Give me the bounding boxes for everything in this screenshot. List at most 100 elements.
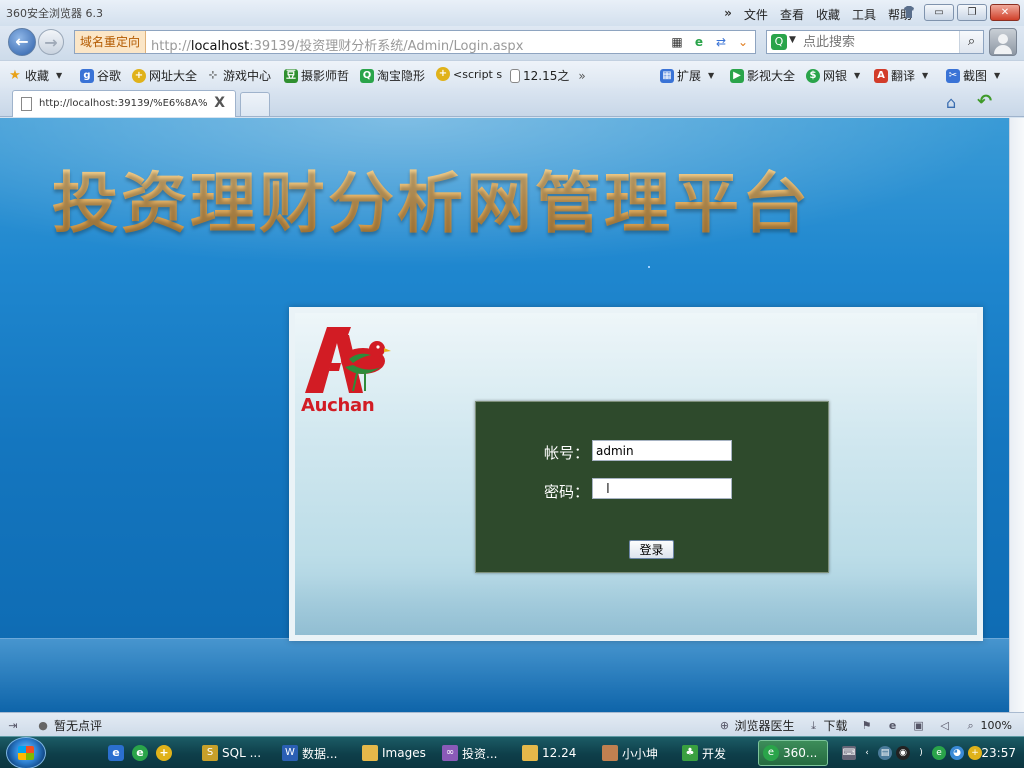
- bookmark-taobao[interactable]: Q 淘宝隐形: [360, 67, 425, 84]
- logo-text: Auchan: [301, 395, 375, 416]
- network-icon[interactable]: ▤: [878, 746, 892, 760]
- account-input[interactable]: [592, 440, 732, 461]
- search-input[interactable]: [803, 33, 953, 51]
- login-panel: Auchan 帐号： 密码： I 登录: [289, 307, 983, 641]
- bookmarks-more-chevron[interactable]: »: [578, 69, 585, 83]
- address-url[interactable]: http://localhost:39139/投资理财分析系统/Admin/Lo…: [151, 35, 523, 54]
- taskbar-item-label: 12.24: [542, 746, 577, 760]
- tab-bar: http://localhost:39139/%E6%8A% X: [0, 88, 1024, 117]
- keyboard-icon[interactable]: ⌨: [842, 746, 856, 760]
- domain-redirect-badge[interactable]: 域名重定向: [75, 31, 147, 53]
- scissors-icon: ✂: [946, 68, 960, 83]
- login-button[interactable]: 登录: [629, 540, 674, 559]
- search-box[interactable]: Q ▼ ⌕: [766, 30, 984, 54]
- taskbar-item-label: 开发: [702, 746, 727, 761]
- bookmark-label: 淘宝隐形: [377, 69, 426, 83]
- vertical-scrollbar[interactable]: [1009, 118, 1024, 712]
- speaker-icon[interactable]: ◁: [938, 719, 952, 733]
- taskbar-item-data[interactable]: W 数据...: [278, 740, 341, 766]
- tray-expand-icon[interactable]: ‹: [860, 746, 874, 760]
- bookmark-label: 扩展: [677, 69, 702, 83]
- bookmark-google[interactable]: g 谷歌: [80, 67, 121, 84]
- bookmark-online-bank[interactable]: $ 网银 ▼: [806, 67, 860, 84]
- menu-tools[interactable]: 工具: [852, 6, 876, 23]
- bookmark-photographer[interactable]: 豆 摄影师哲: [284, 67, 349, 84]
- ie-compat-icon[interactable]: e: [691, 34, 707, 50]
- security-tray-icon[interactable]: +: [968, 746, 982, 760]
- search-engine-caret-icon[interactable]: ▼: [789, 35, 796, 45]
- taskbar-item-360-browser[interactable]: e 360...: [758, 740, 828, 766]
- page-icon: [510, 68, 520, 83]
- zoom-control[interactable]: ⌕ 100%: [964, 719, 1012, 733]
- status-bar: ⇥ ● 暂无点评 ⊕ 浏览器医生 ⤓ 下载 ⚑ e ▣ ◁ ⌕ 100%: [0, 712, 1024, 736]
- window-icon[interactable]: ▣: [912, 719, 926, 733]
- start-button[interactable]: [6, 737, 46, 768]
- arrow-left-icon: ←: [15, 32, 29, 51]
- back-button[interactable]: ←: [8, 28, 36, 56]
- user-avatar[interactable]: [989, 28, 1017, 56]
- caret-down-icon: ▼: [854, 71, 861, 80]
- bank-icon: $: [806, 68, 820, 83]
- flag-icon[interactable]: ⚑: [860, 719, 874, 733]
- search-engine-icon[interactable]: Q: [771, 34, 787, 50]
- menu-view[interactable]: 查看: [780, 6, 804, 23]
- taskbar-item-1224[interactable]: 12.24: [518, 740, 580, 766]
- rating-widget[interactable]: ● 暂无点评: [36, 717, 102, 734]
- panel-shade: [295, 575, 977, 635]
- page-banner-title: 投资理财分析网管理平台: [52, 150, 811, 246]
- forward-button[interactable]: →: [38, 29, 64, 55]
- wifi-icon[interactable]: ): [914, 746, 928, 760]
- address-bar[interactable]: 域名重定向 http://localhost:39139/投资理财分析系统/Ad…: [74, 30, 756, 54]
- tray-360-icon[interactable]: e: [932, 746, 946, 760]
- bookmark-1215[interactable]: 12.15之 »: [510, 67, 586, 84]
- browser-doctor[interactable]: ⊕ 浏览器医生: [718, 717, 795, 734]
- word-icon: W: [282, 745, 298, 761]
- menu-file[interactable]: 文件: [744, 6, 768, 23]
- dropdown-chevron-icon[interactable]: ⌄: [735, 34, 751, 50]
- home-icon[interactable]: ⌂: [946, 93, 956, 112]
- window-title: 360安全浏览器 6.3: [6, 7, 103, 20]
- tab-login[interactable]: http://localhost:39139/%E6%8A% X: [12, 90, 236, 117]
- quick-launch: e e +: [108, 745, 172, 761]
- bookmark-game-center[interactable]: ⊹ 游戏中心: [206, 67, 271, 84]
- sidebar-toggle-icon[interactable]: ⇥: [6, 719, 20, 733]
- taskbar-clock[interactable]: 23:57: [981, 746, 1016, 760]
- browser-360-quicklaunch-icon[interactable]: e: [132, 745, 148, 761]
- url-host: localhost: [190, 39, 250, 54]
- caret-down-icon: ▼: [994, 71, 1001, 80]
- zoom-level: 100%: [980, 719, 1012, 732]
- undo-close-tab-icon[interactable]: ↶: [977, 91, 992, 112]
- ie-quicklaunch-icon[interactable]: e: [108, 745, 124, 761]
- bookmark-video[interactable]: ▶ 影视大全: [730, 67, 795, 84]
- bookmark-site-directory[interactable]: + 网址大全: [132, 67, 197, 84]
- ie-icon[interactable]: e: [886, 719, 900, 733]
- restore-button[interactable]: ❐: [957, 4, 987, 21]
- bookmark-translate[interactable]: A 翻译 ▼: [874, 67, 928, 84]
- tab-close-icon[interactable]: X: [214, 95, 225, 111]
- taskbar-item-chat[interactable]: 小小坤: [598, 740, 662, 766]
- menu-favorites[interactable]: 收藏: [816, 6, 840, 23]
- search-go-button[interactable]: ⌕: [959, 31, 983, 53]
- password-input[interactable]: [592, 478, 732, 499]
- shirt-skin-icon[interactable]: [902, 5, 916, 19]
- taskbar-item-sql[interactable]: S SQL ...: [198, 740, 265, 766]
- chat-tray-icon[interactable]: ◕: [950, 746, 964, 760]
- close-button[interactable]: ✕: [990, 4, 1020, 21]
- bookmark-favorites[interactable]: ★ 收藏 ▼: [8, 67, 62, 84]
- download-manager[interactable]: ⤓ 下载: [807, 717, 847, 734]
- bookmark-extensions[interactable]: ▦ 扩展 ▼: [660, 67, 714, 84]
- refresh-icon[interactable]: ⇄: [713, 34, 729, 50]
- new-tab-button[interactable]: [240, 92, 270, 116]
- qq-icon[interactable]: ◉: [896, 746, 910, 760]
- gamepad-icon: ⊹: [208, 69, 218, 81]
- minimize-button[interactable]: ▭: [924, 4, 954, 21]
- qrcode-icon[interactable]: ▦: [669, 34, 685, 50]
- 360-guard-icon[interactable]: +: [156, 745, 172, 761]
- taskbar-item-images[interactable]: Images: [358, 740, 430, 766]
- bookmark-screenshot[interactable]: ✂ 截图 ▼: [946, 67, 1000, 84]
- taskbar-item-dev[interactable]: ♣ 开发: [678, 740, 730, 766]
- menu-more-chevron[interactable]: »: [724, 6, 732, 23]
- taskbar-item-investment[interactable]: ∞ 投资...: [438, 740, 501, 766]
- bookmark-script[interactable]: + <script s: [436, 67, 502, 81]
- zoom-magnifier-icon: ⌕: [967, 718, 974, 732]
